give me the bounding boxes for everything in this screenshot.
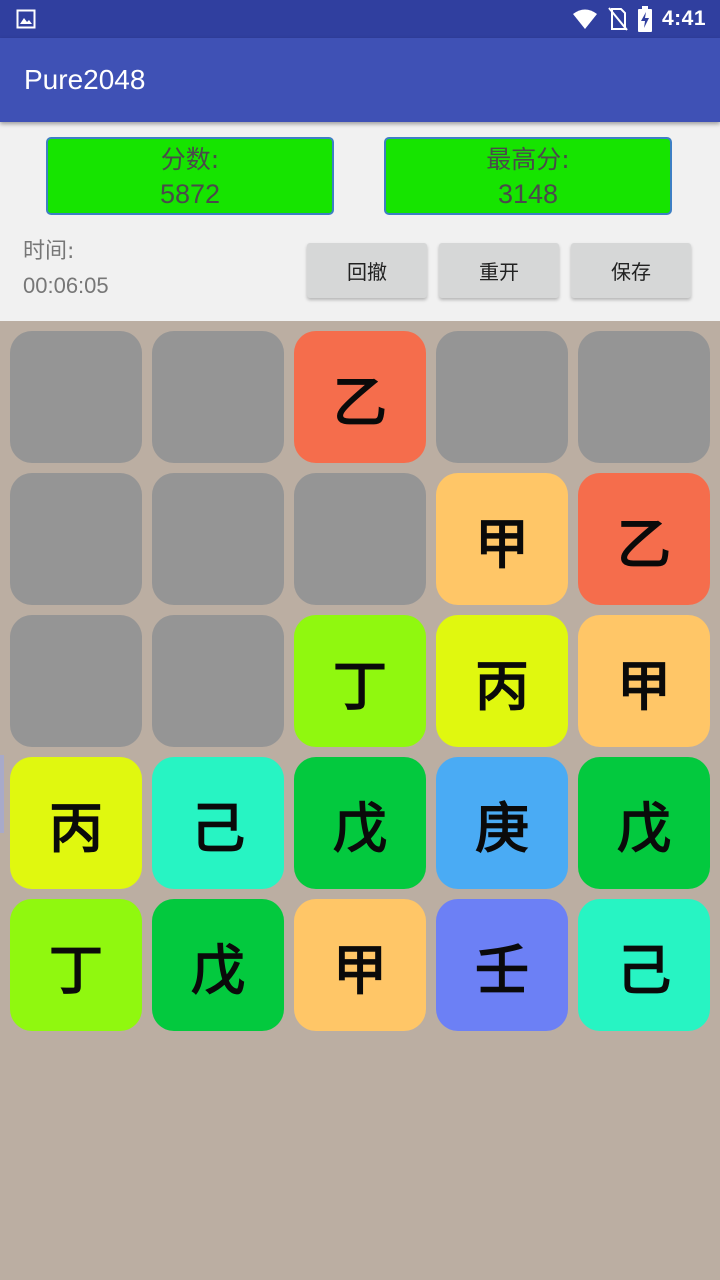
restart-button[interactable]: 重开 bbox=[439, 243, 559, 298]
status-time: 4:41 bbox=[661, 7, 706, 30]
tile: 乙 bbox=[578, 473, 710, 605]
tile: 戊 bbox=[578, 757, 710, 889]
app-title: Pure2048 bbox=[24, 64, 146, 95]
empty-cell bbox=[10, 615, 142, 747]
tile: 丙 bbox=[10, 757, 142, 889]
tile: 甲 bbox=[294, 899, 426, 1031]
tile: 乙 bbox=[294, 331, 426, 463]
score-value: 5872 bbox=[159, 179, 221, 209]
tile: 丙 bbox=[436, 615, 568, 747]
battery-charging-icon bbox=[637, 6, 652, 32]
tile: 丁 bbox=[294, 615, 426, 747]
save-button[interactable]: 保存 bbox=[571, 243, 691, 298]
top-panel: 分数: 5872 最高分: 3148 时间: 00:06:05 回撤 重开 保存 bbox=[0, 122, 720, 321]
status-bar: 4:41 bbox=[0, 0, 720, 38]
empty-cell bbox=[152, 473, 284, 605]
tile: 己 bbox=[152, 757, 284, 889]
best-score-label: 最高分: bbox=[486, 145, 570, 174]
score-box: 分数: 5872 bbox=[46, 137, 334, 215]
empty-cell bbox=[578, 331, 710, 463]
empty-cell bbox=[10, 331, 142, 463]
tile: 戊 bbox=[152, 899, 284, 1031]
tile: 壬 bbox=[436, 899, 568, 1031]
tile: 丁 bbox=[10, 899, 142, 1031]
tile: 己 bbox=[578, 899, 710, 1031]
empty-cell bbox=[436, 331, 568, 463]
status-icons: 4:41 bbox=[572, 0, 706, 38]
undo-button[interactable]: 回撤 bbox=[307, 243, 427, 298]
empty-cell bbox=[152, 615, 284, 747]
tile: 庚 bbox=[436, 757, 568, 889]
tile: 甲 bbox=[436, 473, 568, 605]
timer: 时间: 00:06:05 bbox=[23, 238, 109, 300]
app-bar: Pure2048 bbox=[0, 38, 720, 122]
best-score-value: 3148 bbox=[497, 179, 559, 209]
timer-value: 00:06:05 bbox=[23, 273, 109, 298]
empty-cell bbox=[152, 331, 284, 463]
game-board[interactable]: 乙甲乙丁丙甲丙己戊庚戊丁戊甲壬己 bbox=[0, 321, 720, 1280]
empty-cell bbox=[10, 473, 142, 605]
tile: 戊 bbox=[294, 757, 426, 889]
score-label: 分数: bbox=[160, 145, 220, 174]
timer-label: 时间: bbox=[23, 239, 75, 264]
tile: 甲 bbox=[578, 615, 710, 747]
edge-indicator bbox=[0, 755, 4, 833]
no-sim-icon bbox=[608, 7, 628, 31]
empty-cell bbox=[294, 473, 426, 605]
wifi-icon bbox=[572, 9, 597, 29]
best-score-box: 最高分: 3148 bbox=[384, 137, 672, 215]
image-icon bbox=[16, 9, 36, 29]
